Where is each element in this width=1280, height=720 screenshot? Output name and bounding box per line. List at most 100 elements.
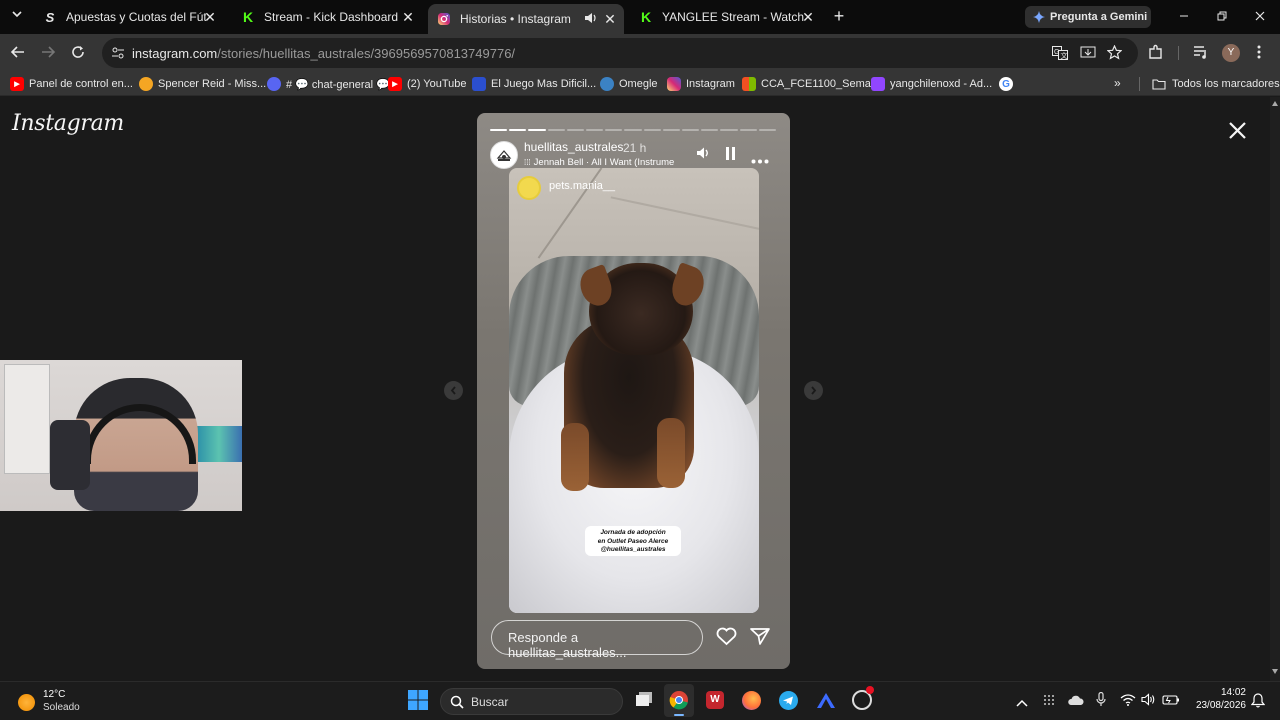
extensions-button[interactable] bbox=[1148, 44, 1164, 65]
story-options-button[interactable] bbox=[751, 151, 769, 169]
bookmark-item[interactable]: yangchilenoxd - Ad... bbox=[871, 75, 992, 93]
app-taskbar-button[interactable] bbox=[816, 691, 836, 714]
url-domain: instagram.com bbox=[132, 46, 218, 61]
next-story-button[interactable] bbox=[804, 381, 823, 400]
close-tab-icon[interactable]: ✕ bbox=[800, 9, 816, 25]
speaker-icon[interactable] bbox=[584, 12, 598, 27]
start-button[interactable] bbox=[408, 690, 428, 715]
game-icon bbox=[472, 77, 486, 91]
restore-button[interactable] bbox=[1214, 8, 1230, 24]
previous-story-button[interactable] bbox=[444, 381, 463, 400]
puppy-leg-right bbox=[657, 418, 685, 488]
tab-kick-dashboard[interactable]: K Stream - Kick Dashboard ✕ bbox=[232, 4, 422, 30]
battery-icon[interactable] bbox=[1162, 693, 1180, 711]
bookmark-item[interactable]: El Juego Mas Dificil... bbox=[472, 75, 596, 93]
close-icon bbox=[1255, 11, 1265, 21]
story-viewer[interactable]: huellitas_australes 21 h ⁞⁞⁞ Jennah Bell … bbox=[477, 113, 790, 669]
playlist-icon bbox=[1194, 46, 1206, 59]
mute-button[interactable] bbox=[696, 146, 711, 165]
pause-button[interactable] bbox=[725, 147, 736, 165]
share-story-button[interactable] bbox=[750, 627, 770, 651]
wifi-icon[interactable] bbox=[1120, 693, 1136, 711]
instagram-logo[interactable]: Instagram bbox=[12, 111, 124, 136]
url-text: instagram.com/stories/huellitas_australe… bbox=[132, 46, 515, 61]
weather-widget[interactable]: 12°C Soleado bbox=[18, 689, 108, 715]
tray-grid-icon[interactable] bbox=[1043, 693, 1055, 711]
site-info-icon[interactable] bbox=[111, 46, 125, 60]
reshared-username[interactable]: pets.mania__ bbox=[549, 180, 615, 192]
scroll-up-arrow[interactable] bbox=[1272, 101, 1278, 106]
back-button[interactable] bbox=[10, 44, 26, 65]
show-hidden-icons-button[interactable] bbox=[1016, 694, 1028, 712]
tab-betting[interactable]: S Apuestas y Cuotas del Fútbol de ✕ bbox=[34, 4, 224, 30]
more-bookmarks-chevron-icon[interactable]: » bbox=[1114, 76, 1121, 90]
address-bar[interactable]: instagram.com/stories/huellitas_australe… bbox=[102, 38, 1138, 68]
page-scrollbar[interactable] bbox=[1270, 97, 1280, 681]
install-app-icon[interactable] bbox=[1080, 46, 1096, 60]
notifications-button[interactable] bbox=[1250, 693, 1266, 713]
story-progress-segment bbox=[682, 129, 700, 131]
new-tab-button[interactable]: + bbox=[830, 7, 848, 25]
onedrive-cloud-icon[interactable] bbox=[1068, 693, 1084, 711]
story-username[interactable]: huellitas_australes bbox=[524, 140, 623, 154]
browser-menu-button[interactable] bbox=[1256, 44, 1262, 65]
story-progress-segment bbox=[758, 129, 776, 131]
task-view-button[interactable] bbox=[635, 691, 653, 707]
windows-taskbar: 12°C Soleado Buscar W 14:02 23/08/2026 bbox=[0, 681, 1280, 720]
bookmark-item[interactable]: Spencer Reid - Miss... bbox=[139, 75, 266, 93]
close-story-button[interactable] bbox=[1228, 121, 1247, 145]
volume-icon[interactable] bbox=[1141, 693, 1157, 711]
separator bbox=[1139, 77, 1140, 91]
tab-yanglee-stream[interactable]: K YANGLEE Stream - Watch Live o ✕ bbox=[630, 4, 822, 30]
bookmark-item[interactable]: CCA_FCE1100_Sema... bbox=[742, 75, 880, 93]
clock-date: 23/08/2026 bbox=[1195, 700, 1246, 711]
scroll-down-arrow[interactable] bbox=[1272, 669, 1278, 674]
clock[interactable]: 14:02 23/08/2026 bbox=[1190, 687, 1246, 711]
microphone-icon[interactable] bbox=[1096, 691, 1106, 712]
reload-button[interactable] bbox=[70, 44, 86, 65]
chevron-down-icon bbox=[12, 11, 22, 18]
url-path: /stories/huellitas_australes/39695695708… bbox=[217, 46, 516, 61]
close-tab-icon[interactable]: ✕ bbox=[602, 11, 618, 27]
bookmark-item[interactable]: Omegle bbox=[600, 75, 658, 93]
story-avatar[interactable] bbox=[490, 141, 518, 169]
bookmark-star-icon[interactable] bbox=[1107, 45, 1122, 60]
media-controls-button[interactable] bbox=[1193, 45, 1209, 64]
close-tab-icon[interactable]: ✕ bbox=[202, 9, 218, 25]
gemini-button[interactable]: Pregunta a Gemini bbox=[1025, 6, 1151, 28]
minimize-button[interactable] bbox=[1176, 8, 1192, 24]
translate-icon[interactable]: G文 bbox=[1052, 46, 1068, 60]
close-window-button[interactable] bbox=[1252, 8, 1268, 24]
sun-icon bbox=[18, 694, 35, 711]
telegram-taskbar-button[interactable] bbox=[779, 691, 798, 710]
bookmark-item[interactable]: # 💬 chat-general 💬 bbox=[267, 75, 390, 93]
tab-title: YANGLEE Stream - Watch Live o bbox=[662, 10, 808, 24]
tab-instagram-stories[interactable]: Historias • Instagram ✕ bbox=[428, 4, 624, 34]
reshared-avatar[interactable] bbox=[517, 176, 541, 200]
bookmark-label: Omegle bbox=[619, 78, 658, 90]
forward-button[interactable] bbox=[40, 44, 56, 65]
all-bookmarks-folder[interactable]: Todos los marcadores bbox=[1152, 75, 1280, 93]
like-story-button[interactable] bbox=[716, 627, 737, 651]
story-reply-input[interactable]: Responde a huellitas_australes... bbox=[491, 620, 703, 660]
obs-taskbar-button[interactable] bbox=[852, 686, 874, 710]
music-bars-icon: ⁞⁞⁞ bbox=[524, 158, 531, 167]
tab-search-dropdown[interactable] bbox=[8, 8, 26, 26]
sticker-line-1: Jornada de adopción bbox=[600, 529, 666, 536]
bookmark-item[interactable]: Instagram bbox=[667, 75, 735, 93]
bookmark-item-google[interactable]: G bbox=[999, 75, 1018, 93]
separator bbox=[1178, 46, 1179, 60]
taskbar-search[interactable]: Buscar bbox=[440, 688, 623, 715]
chrome-taskbar-button[interactable] bbox=[664, 684, 694, 717]
bookmark-item[interactable]: ▶ (2) YouTube bbox=[388, 75, 467, 93]
bookmark-item[interactable]: ▶ Panel de control en... bbox=[10, 75, 133, 93]
close-tab-icon[interactable]: ✕ bbox=[400, 9, 416, 25]
firefox-taskbar-button[interactable] bbox=[742, 691, 761, 710]
sticker-line-2: en Outlet Paseo Alerce bbox=[597, 537, 669, 545]
omegle-icon bbox=[600, 77, 614, 91]
tab-title: Stream - Kick Dashboard bbox=[264, 10, 399, 24]
discord-icon bbox=[267, 77, 281, 91]
office-taskbar-button[interactable]: W bbox=[706, 691, 724, 709]
profile-avatar[interactable]: Y bbox=[1222, 44, 1240, 62]
tab-title: Apuestas y Cuotas del Fútbol de bbox=[66, 10, 206, 24]
